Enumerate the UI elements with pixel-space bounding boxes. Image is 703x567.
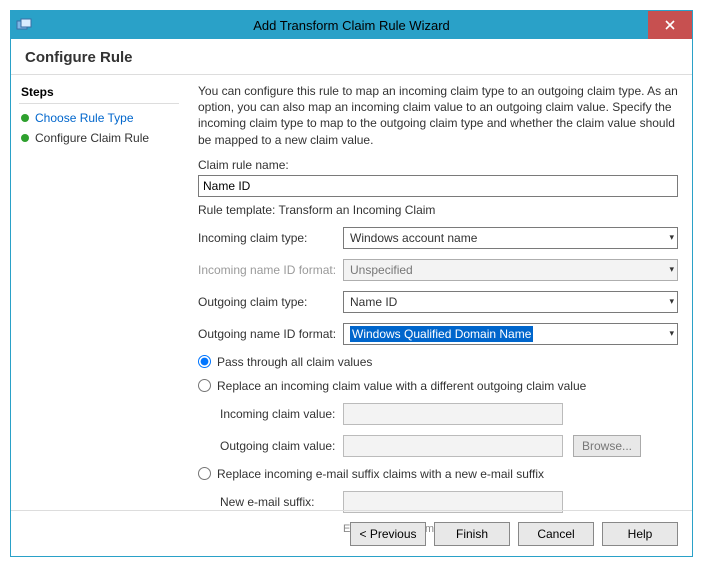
step-configure-claim-rule[interactable]: Configure Claim Rule bbox=[19, 128, 185, 148]
claim-rule-name-input[interactable] bbox=[198, 175, 678, 197]
incoming-claim-value-input bbox=[343, 403, 563, 425]
radio-replace-suffix-input[interactable] bbox=[198, 467, 211, 480]
incoming-claim-value-label: Incoming claim value: bbox=[220, 407, 343, 421]
outgoing-name-id-format-select[interactable]: Windows Qualified Domain Name ▾ bbox=[343, 323, 678, 345]
chevron-down-icon: ▾ bbox=[669, 232, 674, 243]
step-label: Configure Claim Rule bbox=[35, 131, 149, 145]
previous-button[interactable]: < Previous bbox=[350, 522, 426, 546]
help-button[interactable]: Help bbox=[602, 522, 678, 546]
close-button[interactable] bbox=[648, 11, 692, 39]
chevron-down-icon: ▾ bbox=[669, 264, 674, 275]
main-panel: You can configure this rule to map an in… bbox=[186, 75, 692, 505]
radio-label: Replace an incoming claim value with a d… bbox=[217, 379, 586, 393]
radio-pass-through-input[interactable] bbox=[198, 355, 211, 368]
rule-template-text: Rule template: Transform an Incoming Cla… bbox=[198, 203, 678, 217]
incoming-name-id-format-select: Unspecified ▾ bbox=[343, 259, 678, 281]
button-bar: < Previous Finish Cancel Help bbox=[11, 510, 692, 556]
radio-label: Pass through all claim values bbox=[217, 355, 372, 369]
wizard-window: Add Transform Claim Rule Wizard Configur… bbox=[10, 10, 693, 557]
radio-replace-suffix[interactable]: Replace incoming e-mail suffix claims wi… bbox=[198, 467, 678, 481]
radio-label: Replace incoming e-mail suffix claims wi… bbox=[217, 467, 544, 481]
steps-sidebar: Steps Choose Rule Type Configure Claim R… bbox=[11, 75, 186, 505]
app-icon bbox=[11, 11, 37, 39]
radio-replace-value[interactable]: Replace an incoming claim value with a d… bbox=[198, 379, 678, 393]
chevron-down-icon: ▾ bbox=[669, 328, 674, 339]
new-email-suffix-label: New e-mail suffix: bbox=[220, 495, 343, 509]
steps-header: Steps bbox=[19, 81, 179, 104]
step-label: Choose Rule Type bbox=[35, 111, 134, 125]
radio-replace-value-input[interactable] bbox=[198, 379, 211, 392]
finish-button[interactable]: Finish bbox=[434, 522, 510, 546]
description-text: You can configure this rule to map an in… bbox=[198, 83, 678, 148]
outgoing-claim-type-select[interactable]: Name ID ▾ bbox=[343, 291, 678, 313]
title-bar: Add Transform Claim Rule Wizard bbox=[11, 11, 692, 39]
outgoing-claim-value-label: Outgoing claim value: bbox=[220, 439, 343, 453]
window-title: Add Transform Claim Rule Wizard bbox=[11, 18, 692, 33]
cancel-button[interactable]: Cancel bbox=[518, 522, 594, 546]
outgoing-claim-type-label: Outgoing claim type: bbox=[198, 295, 343, 309]
outgoing-claim-value-input bbox=[343, 435, 563, 457]
chevron-down-icon: ▾ bbox=[669, 296, 674, 307]
status-dot-icon bbox=[21, 134, 29, 142]
claim-rule-name-label: Claim rule name: bbox=[198, 158, 678, 172]
incoming-name-id-format-label: Incoming name ID format: bbox=[198, 263, 343, 277]
page-title: Configure Rule bbox=[11, 39, 692, 75]
incoming-claim-type-label: Incoming claim type: bbox=[198, 231, 343, 245]
step-choose-rule-type[interactable]: Choose Rule Type bbox=[19, 108, 185, 128]
status-dot-icon bbox=[21, 114, 29, 122]
radio-pass-through[interactable]: Pass through all claim values bbox=[198, 355, 678, 369]
browse-button: Browse... bbox=[573, 435, 641, 457]
outgoing-name-id-format-label: Outgoing name ID format: bbox=[198, 327, 343, 341]
incoming-claim-type-select[interactable]: Windows account name ▾ bbox=[343, 227, 678, 249]
